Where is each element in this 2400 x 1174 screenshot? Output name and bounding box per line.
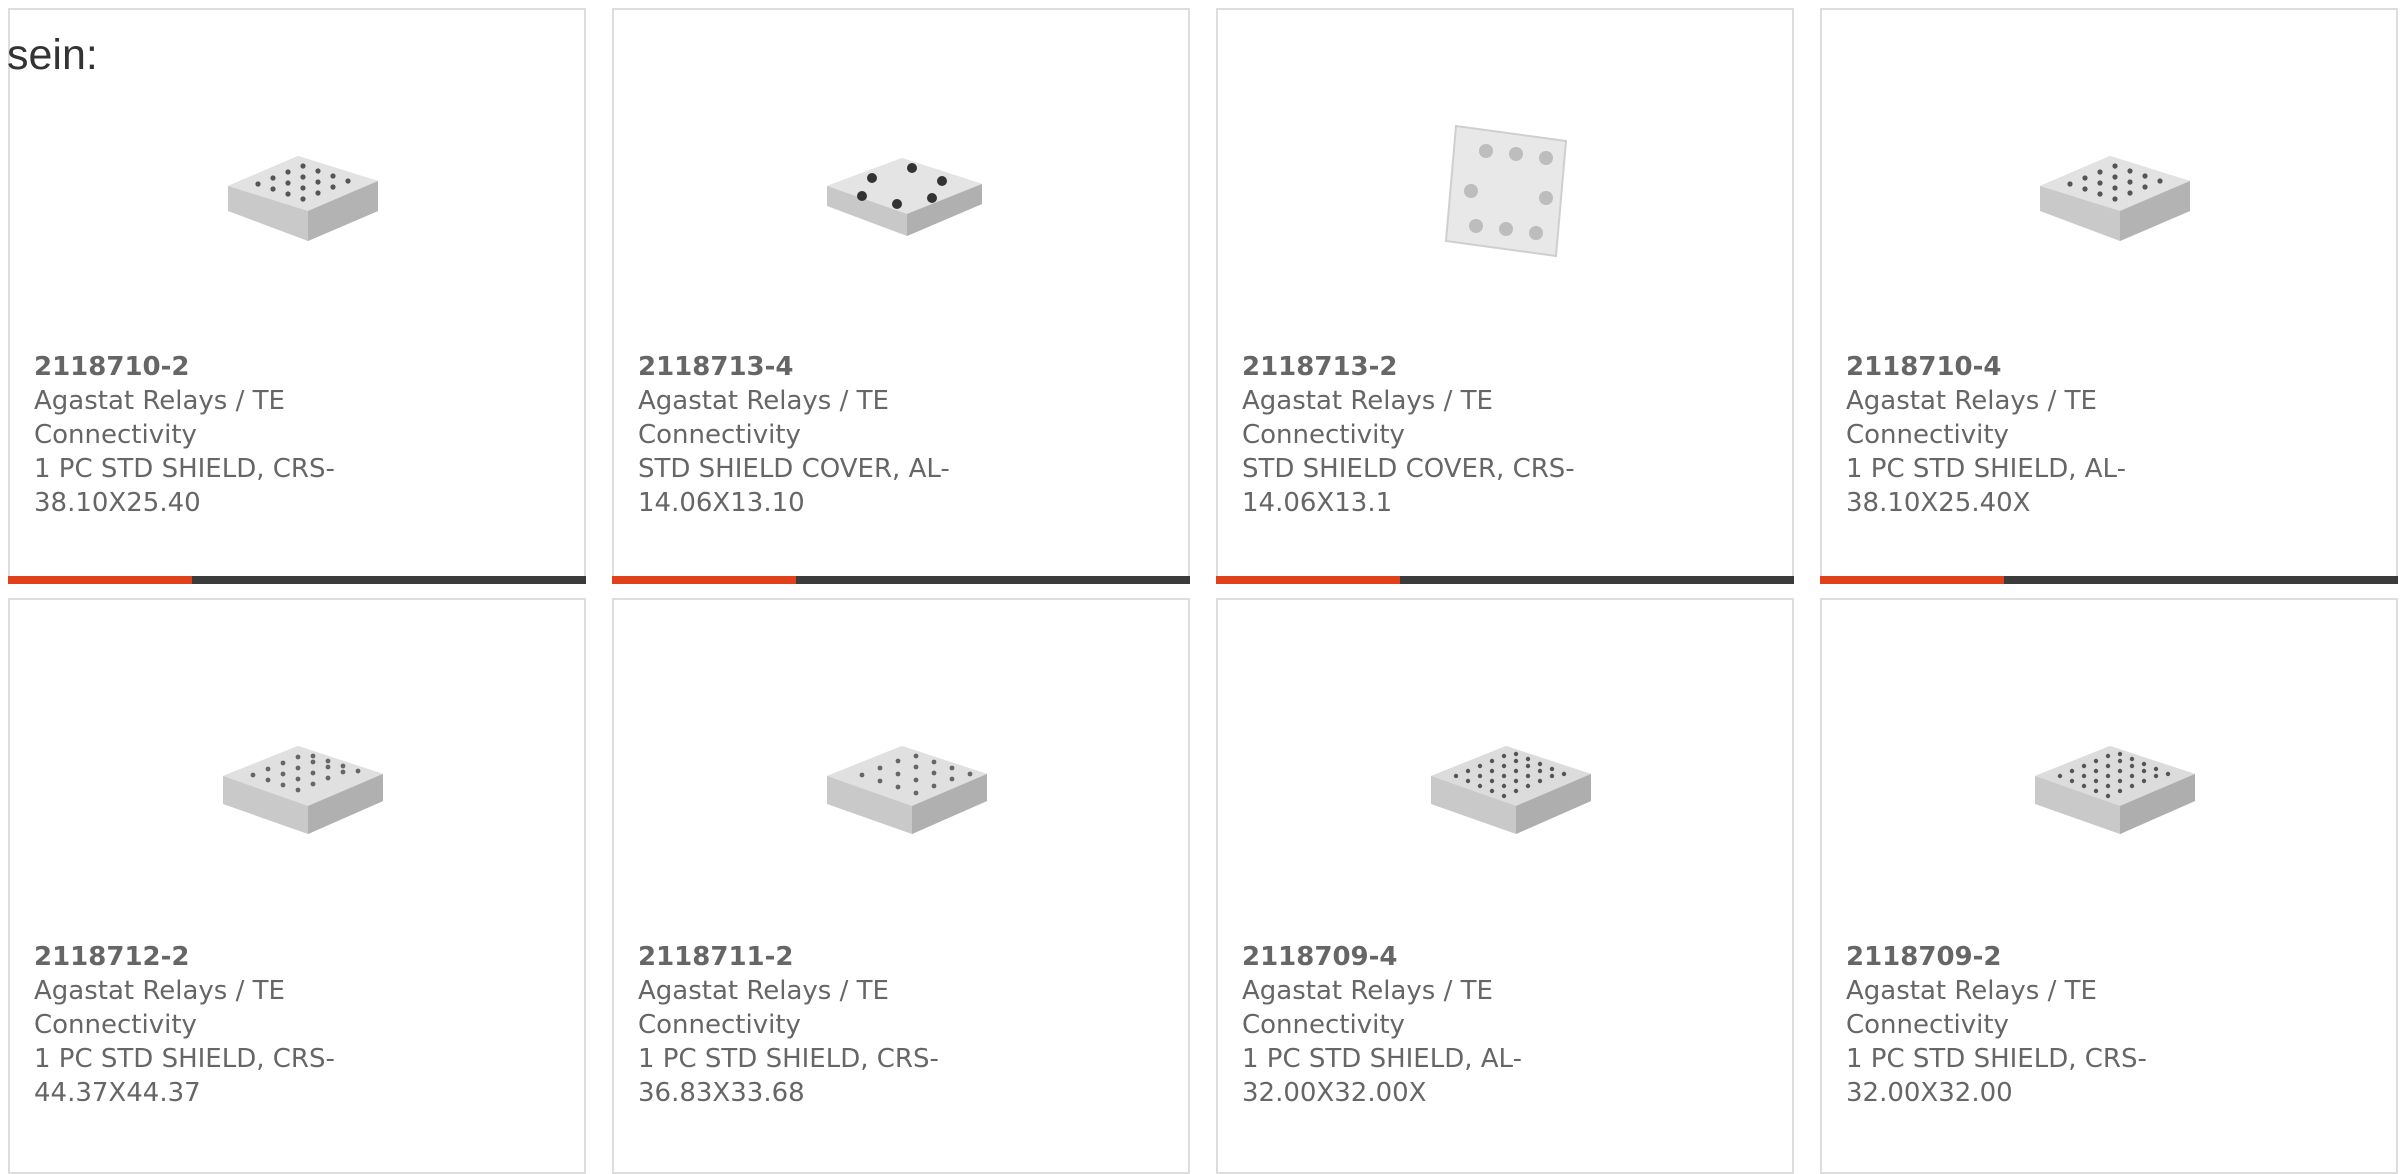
square-shield-image — [827, 746, 987, 834]
product-info: 2118713-4 Agastat Relays / TE Connectivi… — [638, 350, 1058, 520]
part-number[interactable]: 2118713-2 — [1242, 350, 1662, 384]
square-shield-image — [2035, 746, 2195, 834]
manufacturer: Agastat Relays / TE Connectivity — [1846, 386, 2097, 450]
description-line-2: 14.06X13.10 — [638, 488, 805, 518]
product-card[interactable]: 2118712-2 Agastat Relays / TE Connectivi… — [8, 598, 586, 1174]
description-line-1: STD SHIELD COVER, AL- — [638, 454, 950, 484]
product-card[interactable]: 2118710-2 Agastat Relays / TE Connectivi… — [8, 8, 586, 584]
product-image[interactable] — [198, 676, 398, 876]
card-bottom-bar — [612, 576, 1190, 584]
product-card[interactable]: 2118713-4 Agastat Relays / TE Connectivi… — [612, 8, 1190, 584]
card-bottom-bar — [1820, 576, 2398, 584]
description-line-2: 36.83X33.68 — [638, 1078, 805, 1108]
product-image[interactable] — [2010, 676, 2210, 876]
product-image[interactable] — [1406, 676, 1606, 876]
part-number[interactable]: 2118711-2 — [638, 940, 1058, 974]
product-image[interactable] — [802, 676, 1002, 876]
tilted-cover-image — [1444, 124, 1568, 258]
product-info: 2118710-4 Agastat Relays / TE Connectivi… — [1846, 350, 2266, 520]
manufacturer: Agastat Relays / TE Connectivity — [638, 386, 889, 450]
product-image[interactable] — [1406, 86, 1606, 286]
card-accent-bar — [612, 576, 796, 584]
product-info: 2118709-2 Agastat Relays / TE Connectivi… — [1846, 940, 2266, 1110]
product-card[interactable]: 2118709-4 Agastat Relays / TE Connectivi… — [1216, 598, 1794, 1174]
part-number[interactable]: 2118712-2 — [34, 940, 454, 974]
card-accent-bar — [1820, 576, 2004, 584]
description-line-1: STD SHIELD COVER, CRS- — [1242, 454, 1575, 484]
description-line-2: 38.10X25.40X — [1846, 488, 2031, 518]
product-card[interactable]: 2118709-2 Agastat Relays / TE Connectivi… — [1820, 598, 2398, 1174]
description-line-1: 1 PC STD SHIELD, CRS- — [34, 454, 335, 484]
card-accent-bar — [1216, 576, 1400, 584]
product-image[interactable] — [802, 86, 1002, 286]
product-card[interactable]: 2118713-2 Agastat Relays / TE Connectivi… — [1216, 8, 1794, 584]
part-number[interactable]: 2118709-4 — [1242, 940, 1662, 974]
product-info: 2118709-4 Agastat Relays / TE Connectivi… — [1242, 940, 1662, 1110]
product-image[interactable] — [198, 86, 398, 286]
description-line-1: 1 PC STD SHIELD, CRS- — [638, 1044, 939, 1074]
part-number[interactable]: 2118713-4 — [638, 350, 1058, 384]
description-line-2: 44.37X44.37 — [34, 1078, 201, 1108]
description-line-1: 1 PC STD SHIELD, AL- — [1846, 454, 2126, 484]
product-info: 2118713-2 Agastat Relays / TE Connectivi… — [1242, 350, 1662, 520]
card-bottom-bar — [1216, 576, 1794, 584]
product-card[interactable]: 2118710-4 Agastat Relays / TE Connectivi… — [1820, 8, 2398, 584]
manufacturer: Agastat Relays / TE Connectivity — [1242, 976, 1493, 1040]
product-image[interactable] — [2010, 86, 2210, 286]
part-number[interactable]: 2118710-4 — [1846, 350, 2266, 384]
manufacturer: Agastat Relays / TE Connectivity — [638, 976, 889, 1040]
description-line-1: 1 PC STD SHIELD, CRS- — [1846, 1044, 2147, 1074]
product-info: 2118712-2 Agastat Relays / TE Connectivi… — [34, 940, 454, 1110]
description-line-2: 38.10X25.40 — [34, 488, 201, 518]
card-accent-bar — [8, 576, 192, 584]
intro-text: sein: — [7, 31, 98, 79]
product-grid: 2118710-2 Agastat Relays / TE Connectivi… — [8, 8, 2398, 1174]
manufacturer: Agastat Relays / TE Connectivity — [1242, 386, 1493, 450]
product-info: 2118711-2 Agastat Relays / TE Connectivi… — [638, 940, 1058, 1110]
manufacturer: Agastat Relays / TE Connectivity — [34, 976, 285, 1040]
square-shield-image — [223, 746, 383, 834]
rect-shield-image — [2040, 156, 2190, 241]
description-line-2: 32.00X32.00X — [1242, 1078, 1427, 1108]
square-shield-image — [1431, 746, 1591, 834]
rect-shield-image — [228, 156, 378, 241]
part-number[interactable]: 2118709-2 — [1846, 940, 2266, 974]
description-line-2: 32.00X32.00 — [1846, 1078, 2013, 1108]
square-cover-image — [827, 158, 982, 236]
part-number[interactable]: 2118710-2 — [34, 350, 454, 384]
manufacturer: Agastat Relays / TE Connectivity — [1846, 976, 2097, 1040]
description-line-2: 14.06X13.1 — [1242, 488, 1393, 518]
manufacturer: Agastat Relays / TE Connectivity — [34, 386, 285, 450]
product-info: 2118710-2 Agastat Relays / TE Connectivi… — [34, 350, 454, 520]
card-bottom-bar — [8, 576, 586, 584]
product-card[interactable]: 2118711-2 Agastat Relays / TE Connectivi… — [612, 598, 1190, 1174]
description-line-1: 1 PC STD SHIELD, AL- — [1242, 1044, 1522, 1074]
description-line-1: 1 PC STD SHIELD, CRS- — [34, 1044, 335, 1074]
